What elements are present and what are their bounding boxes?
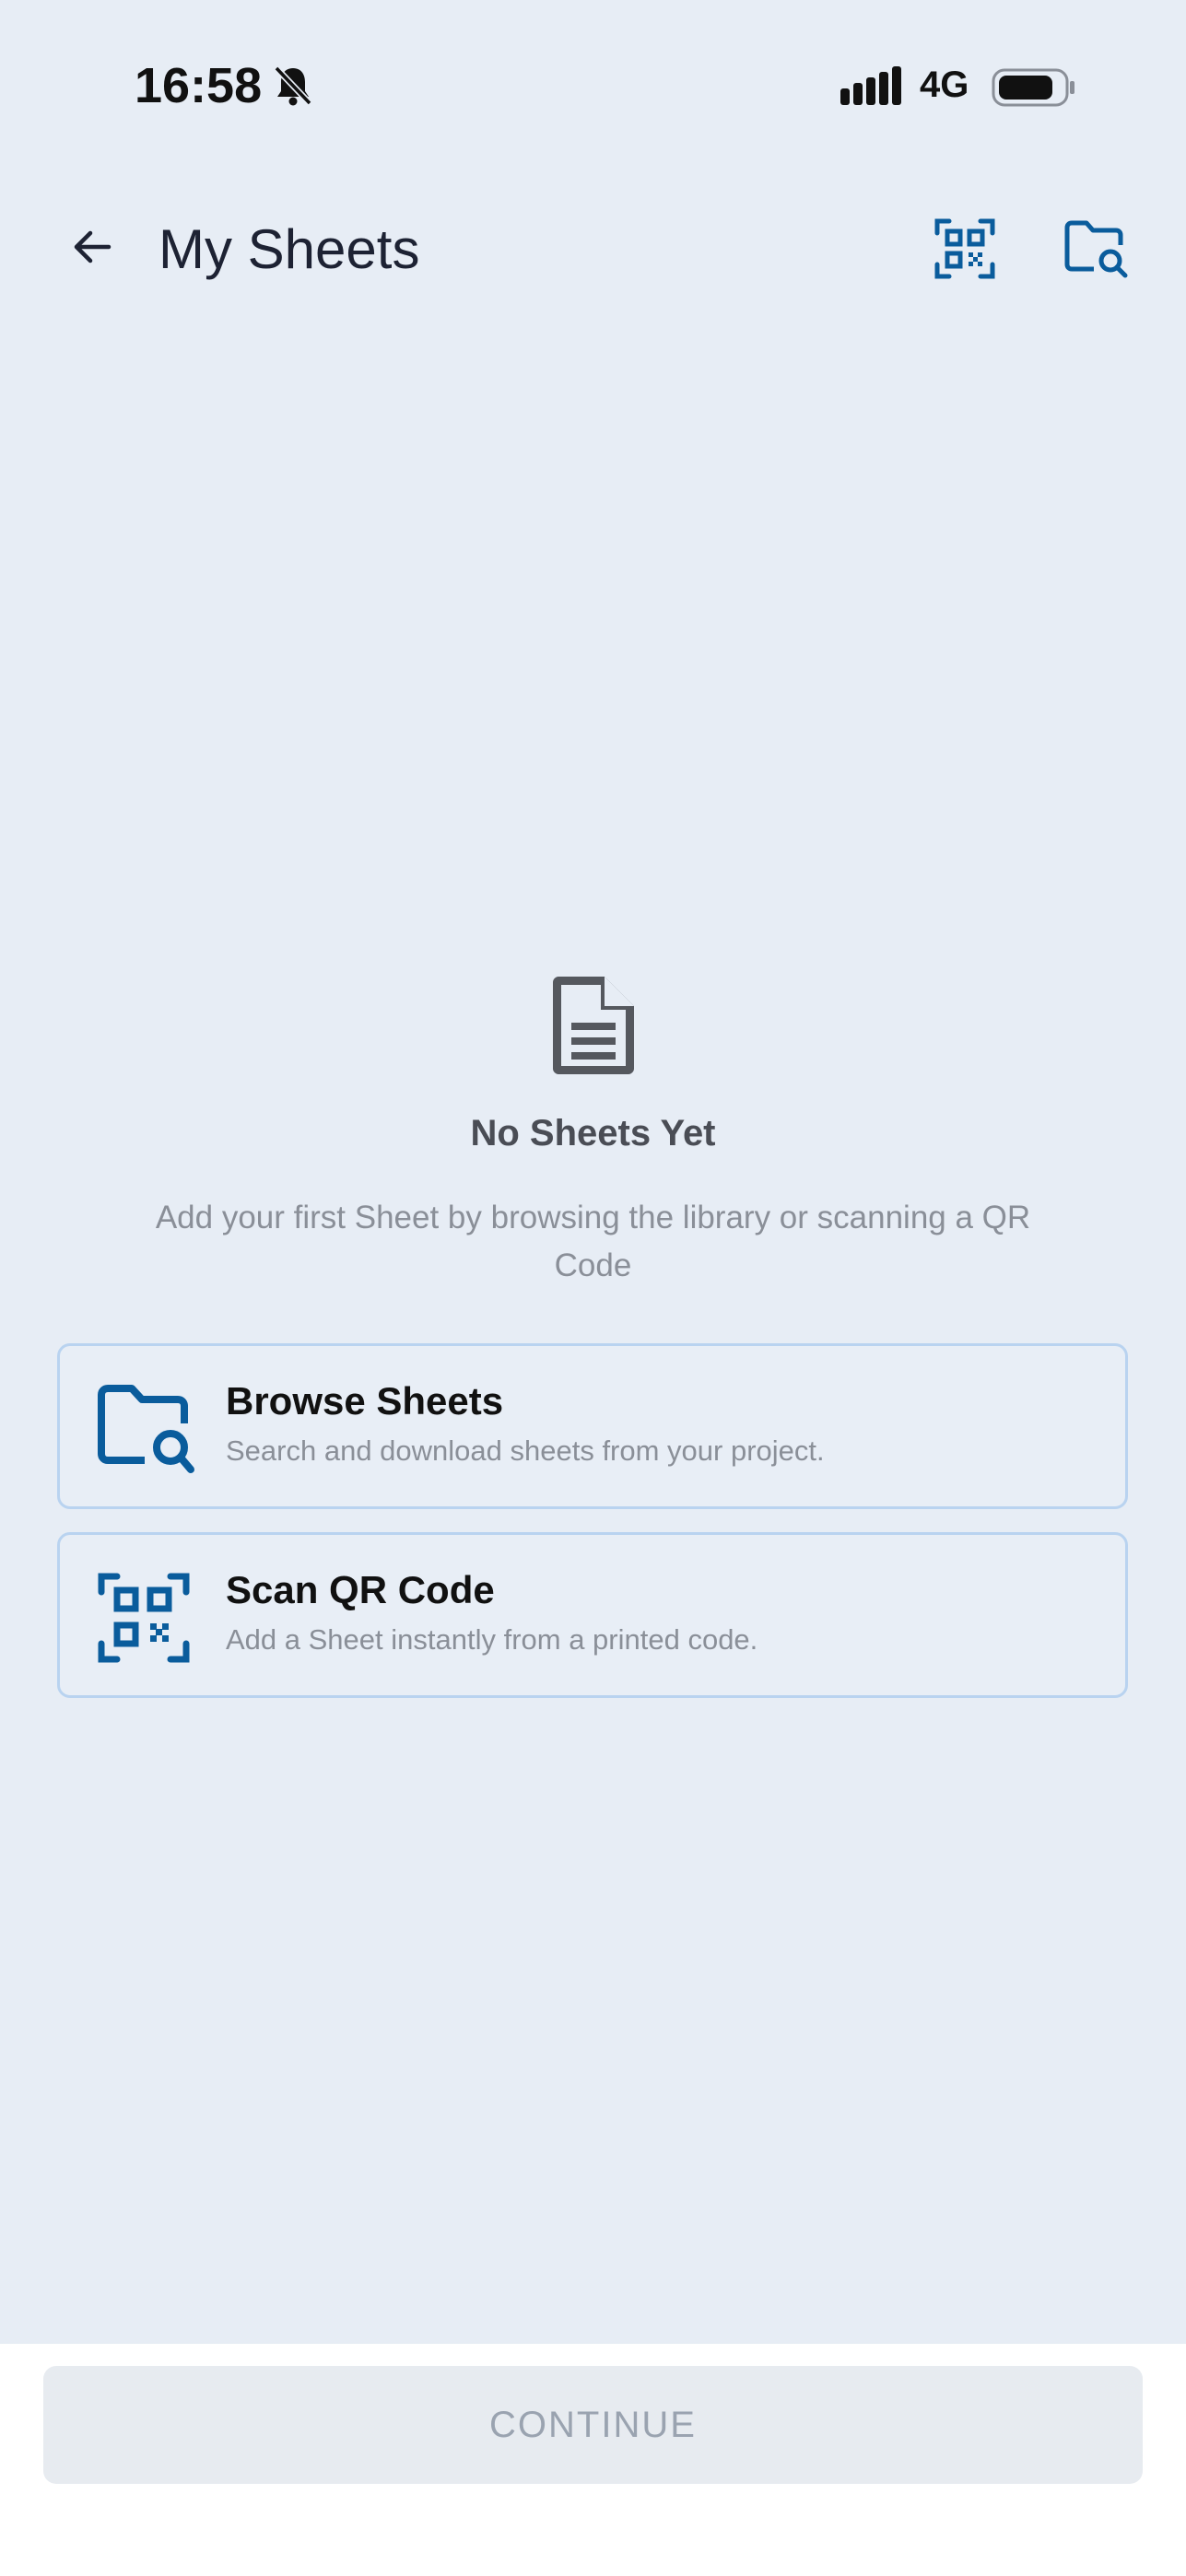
scan-qr-button[interactable] <box>926 210 1004 287</box>
status-bar: 16:58 4G <box>0 0 1186 175</box>
folder-search-icon <box>1064 220 1128 278</box>
browse-sheets-title: Browse Sheets <box>226 1379 504 1423</box>
page-title: My Sheets <box>159 218 420 280</box>
status-time: 16:58 <box>135 58 263 113</box>
bottom-bar: CONTINUE <box>0 2344 1186 2576</box>
scan-qr-card[interactable]: Scan QR Code Add a Sheet instantly from … <box>57 1532 1128 1698</box>
back-button[interactable] <box>55 210 129 284</box>
browse-sheets-card[interactable]: Browse Sheets Search and download sheets… <box>57 1343 1128 1509</box>
empty-state-title: No Sheets Yet <box>470 1113 716 1153</box>
browse-sheets-header-button[interactable] <box>1058 210 1135 287</box>
app-bar: My Sheets <box>0 184 1186 313</box>
scan-qr-title: Scan QR Code <box>226 1568 495 1611</box>
folder-search-icon <box>98 1385 194 1473</box>
continue-button[interactable]: CONTINUE <box>43 2366 1143 2484</box>
document-icon <box>553 977 634 1074</box>
qr-code-icon <box>934 218 995 279</box>
scan-qr-subtitle: Add a Sheet instantly from a printed cod… <box>226 1623 758 1656</box>
qr-code-icon <box>98 1573 190 1663</box>
browse-sheets-subtitle: Search and download sheets from your pro… <box>226 1434 825 1467</box>
empty-state-description: Add your first Sheet by browsing the lib… <box>155 1200 1031 1283</box>
battery-icon <box>992 68 1074 107</box>
arrow-left-icon <box>74 230 112 263</box>
bell-muted-icon <box>274 65 312 106</box>
signal-icon <box>840 66 901 105</box>
network-type: 4G <box>920 64 969 105</box>
